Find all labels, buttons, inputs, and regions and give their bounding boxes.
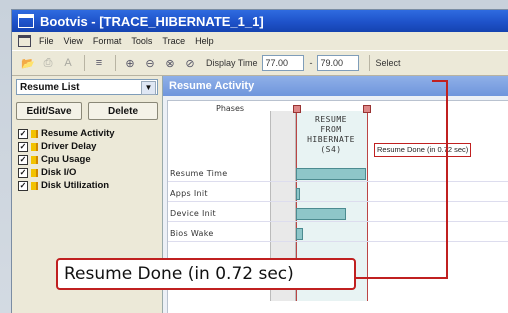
display-time-end-field[interactable]: 79.00	[316, 55, 359, 71]
row-label: Bios Wake	[170, 229, 214, 238]
edit-save-button[interactable]: Edit/Save	[16, 102, 82, 120]
print-icon[interactable]: ⎙	[40, 55, 56, 71]
activity-bar[interactable]	[296, 188, 300, 200]
phase-line: FROM	[320, 125, 342, 134]
category-color-icon	[31, 181, 38, 190]
row-divider	[168, 181, 508, 182]
font-icon[interactable]: A	[60, 55, 76, 71]
toolbar-divider	[368, 55, 370, 71]
category-color-icon	[31, 142, 38, 151]
resume-done-callout: Resume Done (in 0.72 sec)	[56, 258, 356, 290]
checkbox[interactable]: ✓	[18, 154, 28, 165]
row-label: Apps Init	[170, 189, 208, 198]
phase-line: RESUME	[315, 115, 347, 124]
row-label: Resume Time	[170, 169, 228, 178]
menu-view[interactable]: View	[64, 36, 83, 46]
category-label: Cpu Usage	[41, 154, 91, 165]
category-color-icon	[31, 129, 38, 138]
resume-done-marker-label: Resume Done (in 0.72 sec)	[374, 143, 472, 157]
phase-end-marker[interactable]	[363, 105, 371, 113]
menu-tools[interactable]: Tools	[131, 36, 152, 46]
list-item[interactable]: ✓ Resume Activity	[18, 127, 115, 140]
list-selector-value: Resume List	[20, 82, 80, 93]
zoom-in-icon[interactable]: ⊕	[122, 55, 138, 71]
zoom-out-icon[interactable]: ⊖	[142, 55, 158, 71]
toolbar-divider	[115, 55, 116, 71]
open-folder-icon[interactable]: 📂	[20, 55, 36, 71]
time-range-separator: -	[309, 58, 313, 68]
display-time-start-field[interactable]: 77.00	[261, 55, 304, 71]
category-label: Resume Activity	[41, 128, 115, 139]
row-divider	[168, 241, 508, 242]
checkbox[interactable]: ✓	[18, 128, 28, 139]
delete-button[interactable]: Delete	[88, 102, 158, 120]
toolbar: 📂 ⎙ A ≡ ⊕ ⊖ ⊗ ⊘ Display Time 77.00 - 79.…	[12, 50, 508, 76]
title-bar[interactable]: Bootvis - [TRACE_HIBERNATE_1_1]	[12, 10, 508, 32]
category-label: Driver Delay	[41, 141, 97, 152]
phase-line: HIBERNATE	[307, 135, 355, 144]
activity-bar[interactable]	[296, 208, 347, 220]
activity-bar[interactable]	[296, 168, 366, 180]
menu-trace[interactable]: Trace	[162, 36, 185, 46]
list-view-icon[interactable]: ≡	[91, 55, 107, 71]
toolbar-divider	[84, 55, 85, 71]
menu-help[interactable]: Help	[195, 36, 214, 46]
list-item[interactable]: ✓ Driver Delay	[18, 140, 115, 153]
checkbox[interactable]: ✓	[18, 141, 28, 152]
callout-connector	[446, 80, 448, 279]
select-button[interactable]: Select	[376, 58, 401, 68]
category-color-icon	[31, 155, 38, 164]
list-item[interactable]: ✓ Disk Utilization	[18, 179, 115, 192]
callout-connector	[355, 277, 447, 279]
callout-connector	[432, 80, 448, 82]
list-selector-dropdown[interactable]: Resume List ▼	[16, 79, 158, 95]
phase-line: (S4)	[320, 145, 342, 154]
menu-bar: File View Format Tools Trace Help	[12, 32, 508, 50]
category-color-icon	[31, 168, 38, 177]
phase-name: RESUME FROM HIBERNATE (S4)	[296, 115, 366, 155]
row-label: Device Init	[170, 209, 216, 218]
row-divider	[168, 221, 508, 222]
list-item[interactable]: ✓ Cpu Usage	[18, 153, 115, 166]
row-divider	[168, 201, 508, 202]
checkbox[interactable]: ✓	[18, 167, 28, 178]
menu-format[interactable]: Format	[93, 36, 122, 46]
zoom-fit-icon[interactable]: ⊗	[162, 55, 178, 71]
activity-bar[interactable]	[296, 228, 303, 240]
display-time-label: Display Time	[206, 58, 258, 68]
window-title: Bootvis - [TRACE_HIBERNATE_1_1]	[40, 13, 264, 29]
phases-label: Phases	[216, 104, 245, 113]
zoom-reset-icon[interactable]: ⊘	[182, 55, 198, 71]
category-label: Disk I/O	[41, 167, 77, 178]
app-window-icon	[18, 14, 34, 28]
chevron-down-icon[interactable]: ▼	[141, 81, 156, 95]
list-item[interactable]: ✓ Disk I/O	[18, 166, 115, 179]
menu-file[interactable]: File	[39, 36, 54, 46]
document-window-icon[interactable]	[18, 35, 31, 47]
pane-title: Resume Activity	[163, 76, 508, 96]
category-list: ✓ Resume Activity ✓ Driver Delay ✓ Cpu U…	[18, 127, 115, 192]
checkbox[interactable]: ✓	[18, 180, 28, 191]
category-label: Disk Utilization	[41, 180, 110, 191]
phase-start-marker[interactable]	[293, 105, 301, 113]
